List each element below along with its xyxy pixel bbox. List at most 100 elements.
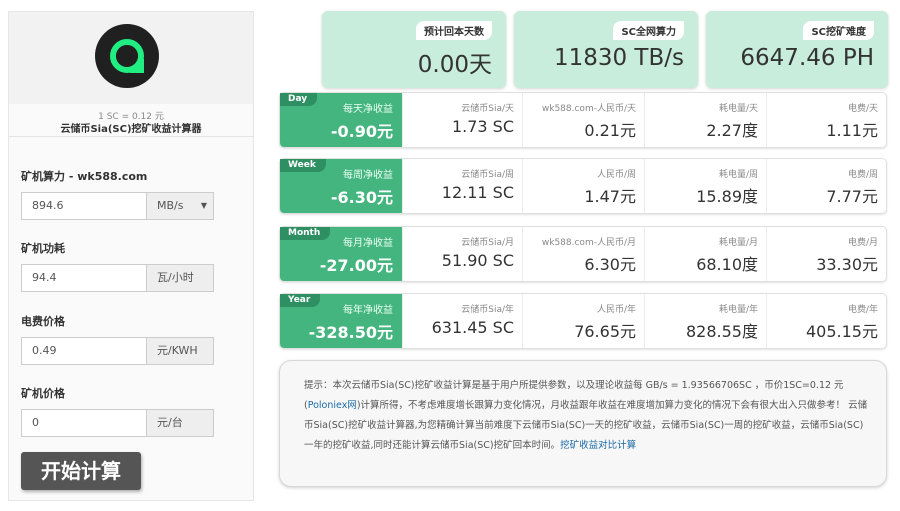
power-input[interactable]: 94.4 [21, 264, 147, 292]
period-tag: Week [280, 159, 326, 172]
net-income-cell: Week 每周净收益 -6.30元 [280, 159, 402, 213]
cell-value: 631.45 SC [431, 318, 514, 337]
power-usage-cell: 耗电量/天 2.27度 [644, 93, 766, 147]
cell-label: 人民币/年 [596, 305, 636, 315]
cell-value: 1.47元 [584, 187, 636, 206]
rmb-cell: wk588.com-人民币/天 0.21元 [522, 93, 644, 147]
cell-value: 0.21元 [584, 121, 636, 140]
price-label: 矿机价格 [21, 387, 65, 400]
cell-value: 6.30元 [584, 255, 636, 274]
difficulty-card: SC挖矿难度 6647.46 PH [706, 11, 888, 88]
month-row: Month 每月净收益 -27.00元 云储币Sia/月 51.90 SC wk… [279, 226, 887, 282]
stat-tag: SC挖矿难度 [803, 21, 874, 40]
cell-value: 7.77元 [826, 187, 878, 206]
cell-label: 耗电量/周 [718, 170, 758, 180]
power-label: 矿机功耗 [21, 242, 65, 255]
divider [9, 136, 253, 137]
net-income-cell: Day 每天净收益 -0.90元 [280, 93, 402, 147]
stat-value: 11830 TB/s [553, 45, 684, 71]
cell-value: 68.10度 [696, 255, 758, 274]
net-income-cell: Year 每年净收益 -328.50元 [280, 294, 402, 348]
net-income-cell: Month 每月净收益 -27.00元 [280, 227, 402, 281]
electricity-label: 电费价格 [21, 315, 65, 328]
compare-calc-link[interactable]: 挖矿收益对比计算 [560, 440, 636, 451]
week-row: Week 每周净收益 -6.30元 云储币Sia/周 12.11 SC 人民币/… [279, 158, 887, 214]
stat-value: 0.00天 [417, 52, 492, 78]
cell-value: 2.27度 [706, 121, 758, 140]
cell-label: 耗电量/天 [718, 104, 758, 114]
rmb-cell: 人民币/周 1.47元 [522, 159, 644, 213]
power-unit: 瓦/小时 [146, 264, 214, 292]
cell-label: 云储币Sia/年 [461, 305, 514, 315]
payback-days-card: 预计回本天数 0.00天 [322, 11, 506, 88]
cell-label: 人民币/周 [596, 170, 636, 180]
cell-value: 51.90 SC [441, 251, 514, 270]
hashrate-unit-select[interactable]: MB/s ▼ [146, 192, 214, 220]
cell-label: wk588.com-人民币/月 [541, 238, 636, 248]
cell-value: 33.30元 [816, 255, 878, 274]
stat-value: 6647.46 PH [740, 45, 874, 71]
calculator-title: 云储币Sia(SC)挖矿收益计算器 [60, 124, 202, 135]
power-usage-cell: 耗电量/月 68.10度 [644, 227, 766, 281]
mining-calculator-page: 1 SC = 0.12 元 云储币Sia(SC)挖矿收益计算器 矿机算力 - w… [0, 0, 900, 511]
network-hashrate-card: SC全网算力 11830 TB/s [514, 11, 698, 88]
power-usage-cell: 耗电量/周 15.89度 [644, 159, 766, 213]
cell-value: 828.55度 [686, 322, 758, 341]
electricity-cost-cell: 电费/周 7.77元 [766, 159, 886, 213]
cell-label: 电费/天 [847, 104, 878, 114]
electricity-cost-cell: 电费/天 1.11元 [766, 93, 886, 147]
rmb-cell: 人民币/年 76.65元 [522, 294, 644, 348]
hashrate-input[interactable]: 894.6 [21, 192, 147, 220]
poloniex-link[interactable]: Poloniex网 [308, 400, 357, 411]
sc-cell: 云储币Sia/年 631.45 SC [402, 294, 522, 348]
cell-label: 耗电量/年 [718, 305, 758, 315]
day-row: Day 每天净收益 -0.90元 云储币Sia/天 1.73 SC wk588.… [279, 92, 887, 148]
calculator-sidebar: 1 SC = 0.12 元 云储币Sia(SC)挖矿收益计算器 矿机算力 - w… [8, 11, 254, 501]
cell-value: 76.65元 [574, 322, 636, 341]
net-income-label: 每月净收益 [343, 238, 393, 249]
price-unit: 元/台 [146, 409, 214, 437]
power-usage-cell: 耗电量/年 828.55度 [644, 294, 766, 348]
start-calculate-button[interactable]: 开始计算 [21, 452, 141, 490]
cell-label: 电费/周 [847, 170, 878, 180]
cell-label: wk588.com-人民币/天 [541, 104, 636, 114]
cell-label: 云储币Sia/天 [461, 104, 514, 114]
sc-cell: 云储币Sia/月 51.90 SC [402, 227, 522, 281]
electricity-unit: 元/KWH [146, 337, 214, 365]
net-income-value: -27.00元 [319, 256, 393, 275]
chevron-down-icon: ▼ [200, 201, 207, 210]
electricity-input[interactable]: 0.49 [21, 337, 147, 365]
cell-label: 电费/月 [847, 238, 878, 248]
sc-cell: 云储币Sia/天 1.73 SC [402, 93, 522, 147]
sc-cell: 云储币Sia/周 12.11 SC [402, 159, 522, 213]
year-row: Year 每年净收益 -328.50元 云储币Sia/年 631.45 SC 人… [279, 293, 887, 349]
cell-label: 电费/年 [847, 305, 878, 315]
tip-box: 提示：本次云储币Sia(SC)挖矿收益计算是基于用户所提供参数，以及理论收益每 … [279, 360, 887, 487]
cell-label: 云储币Sia/周 [461, 170, 514, 180]
hashrate-unit-label: MB/s [157, 199, 184, 212]
net-income-label: 每年净收益 [343, 305, 393, 316]
net-income-label: 每周净收益 [343, 170, 393, 181]
cell-value: 405.15元 [806, 322, 878, 341]
net-income-value: -328.50元 [308, 323, 393, 342]
electricity-cost-cell: 电费/年 405.15元 [766, 294, 886, 348]
cell-value: 15.89度 [696, 187, 758, 206]
electricity-cost-cell: 电费/月 33.30元 [766, 227, 886, 281]
hashrate-label: 矿机算力 - wk588.com [21, 170, 148, 183]
period-tag: Month [280, 227, 331, 240]
rmb-cell: wk588.com-人民币/月 6.30元 [522, 227, 644, 281]
siacoin-logo-icon [95, 24, 159, 88]
cell-label: 耗电量/月 [718, 238, 758, 248]
net-income-value: -0.90元 [330, 122, 393, 141]
logo-area [9, 12, 253, 104]
period-tag: Year [280, 294, 321, 307]
net-income-label: 每天净收益 [343, 104, 393, 115]
cell-label: 云储币Sia/月 [461, 238, 514, 248]
stat-tag: 预计回本天数 [416, 21, 492, 40]
stat-tag: SC全网算力 [613, 21, 684, 40]
cell-value: 1.73 SC [451, 117, 514, 136]
price-input[interactable]: 0 [21, 409, 147, 437]
cell-value: 1.11元 [826, 121, 878, 140]
net-income-value: -6.30元 [330, 188, 393, 207]
cell-value: 12.11 SC [441, 183, 514, 202]
